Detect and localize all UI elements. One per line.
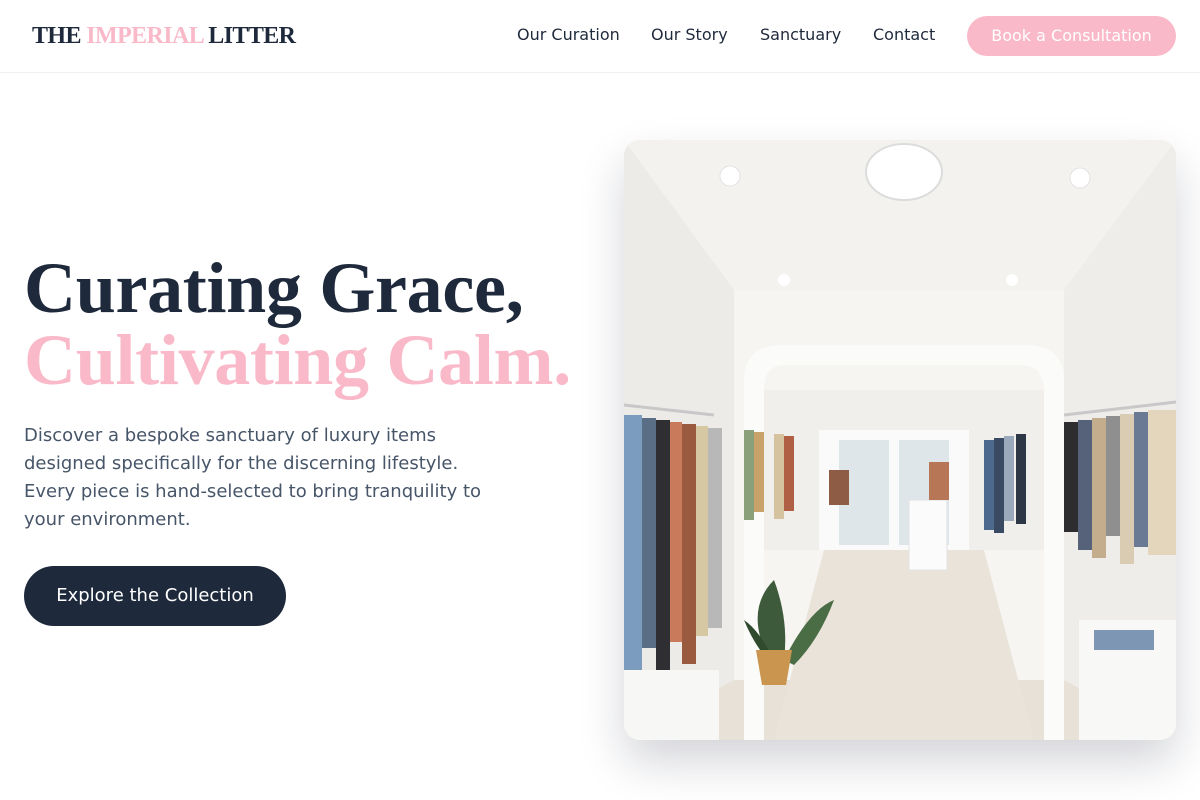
hero-title-line1: Curating Grace, xyxy=(24,248,524,328)
boutique-interior-image xyxy=(624,140,1176,740)
nav-our-story[interactable]: Our Story xyxy=(651,24,728,46)
hero-title: Curating Grace, Cultivating Calm. xyxy=(24,252,571,396)
brand-word-imperial: IMPERIAL xyxy=(86,23,203,49)
brand-word-the: THE xyxy=(32,23,81,49)
hero-title-line2: Cultivating Calm. xyxy=(24,320,571,400)
nav-sanctuary[interactable]: Sanctuary xyxy=(760,24,841,46)
site-header: THE IMPERIAL LITTER Our Curation Our Sto… xyxy=(0,0,1200,73)
hero-description: Discover a bespoke sanctuary of luxury i… xyxy=(24,425,482,530)
book-consultation-button[interactable]: Book a Consultation xyxy=(967,16,1176,56)
nav-our-curation[interactable]: Our Curation xyxy=(517,24,620,46)
brand-logo[interactable]: THE IMPERIAL LITTER xyxy=(32,22,296,50)
nav-contact[interactable]: Contact xyxy=(873,24,935,46)
explore-collection-button[interactable]: Explore the Collection xyxy=(24,566,286,626)
brand-word-litter: LITTER xyxy=(208,23,296,49)
